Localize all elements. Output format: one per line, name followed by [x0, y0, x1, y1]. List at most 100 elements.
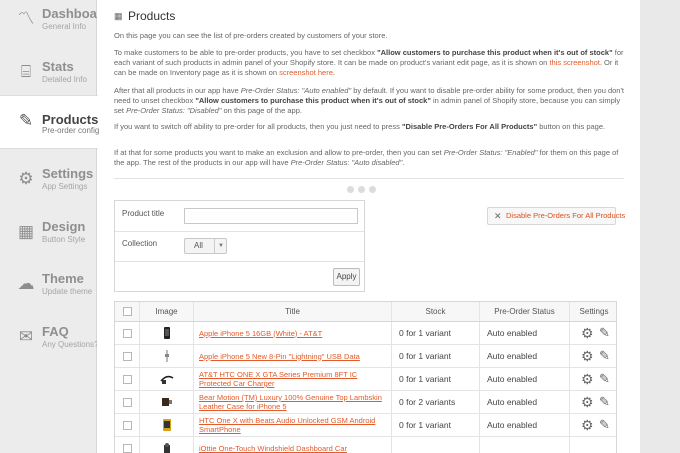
preorder-status: Auto enabled: [487, 328, 538, 338]
sidebar-item-label: FAQ: [42, 324, 69, 339]
table-row: Apple iPhone 5 New 8-Pin "Lightning" USB…: [115, 345, 616, 368]
settings-icon[interactable]: ⚙: [581, 349, 594, 363]
intro-text: On this page you can see the list of pre…: [114, 31, 388, 40]
settings-icon[interactable]: ⚙: [581, 418, 594, 432]
edit-icon[interactable]: ✎: [599, 372, 610, 386]
sidebar-item-sublabel: Update theme: [42, 287, 93, 296]
sidebar-item-faq[interactable]: ✉ FAQ Any Questions?: [0, 320, 99, 372]
product-title-link[interactable]: AT&T HTC ONE X GTA Series Premium 8FT IC…: [199, 370, 389, 388]
sidebar-item-label: Design: [42, 219, 86, 234]
column-header: Image: [140, 302, 194, 321]
sidebar-item-sublabel: Pre-order config: [42, 126, 100, 135]
select-all-checkbox[interactable]: [123, 307, 132, 316]
preorder-status: Auto enabled: [487, 351, 538, 361]
products-table: Image Title Stock Pre-Order Status Setti…: [114, 301, 617, 453]
apply-button[interactable]: Apply: [333, 268, 360, 286]
status-text: After that all products in our app have …: [114, 86, 624, 115]
line-chart-icon: 〽: [17, 9, 35, 28]
row-checkbox[interactable]: [123, 444, 132, 453]
setup-text: To make customers to be able to pre-orde…: [114, 48, 624, 77]
column-header: Pre-Order Status: [480, 302, 570, 321]
table-row: Apple iPhone 5 16GB (White) - AT&T 0 for…: [115, 322, 616, 345]
screenshot-link[interactable]: this screenshot: [549, 58, 599, 67]
product-thumbnail: [160, 375, 174, 384]
exclusion-text: If at that for some products you want to…: [114, 148, 619, 167]
sidebar-item-sublabel: Button Style: [42, 235, 86, 244]
grid-icon: ▦: [114, 11, 123, 21]
stock-value: 0 for 2 variants: [399, 397, 456, 407]
row-checkbox[interactable]: [123, 421, 132, 430]
sidebar: 〽 Dashboard General Info ⌸ Stats Detaile…: [0, 0, 110, 453]
table-row: AT&T HTC ONE X GTA Series Premium 8FT IC…: [115, 368, 616, 391]
product-thumbnail: [162, 398, 172, 406]
product-title-input[interactable]: [184, 208, 358, 224]
column-header: Settings: [579, 307, 609, 316]
sidebar-item-sublabel: Detailed Info: [42, 75, 87, 84]
preorder-status: Auto enabled: [487, 374, 538, 384]
row-checkbox[interactable]: [123, 375, 132, 384]
product-title-link[interactable]: iOttie One-Touch Windshield Dashboard Ca…: [199, 439, 389, 453]
chat-icon: ✉: [18, 327, 34, 346]
table-row: iOttie One-Touch Windshield Dashboard Ca…: [115, 437, 616, 453]
disable-all-text: If you want to switch off ability to pre…: [114, 122, 606, 131]
stock-value: 0 for 1 variant: [399, 328, 451, 338]
edit-icon[interactable]: ✎: [599, 418, 610, 432]
edit-icon[interactable]: ✎: [599, 326, 610, 340]
sidebar-item-sublabel: App Settings: [42, 182, 88, 191]
page-margin: [640, 0, 680, 453]
sidebar-item-theme[interactable]: ☁ Theme Update theme: [0, 267, 97, 319]
collection-label: Collection: [122, 239, 158, 248]
row-checkbox[interactable]: [123, 398, 132, 407]
settings-icon[interactable]: ⚙: [581, 372, 594, 386]
row-checkbox[interactable]: [123, 352, 132, 361]
preorder-status: Auto enabled: [487, 420, 538, 430]
product-thumbnail: [163, 419, 171, 431]
sidebar-item-label: Settings: [42, 166, 94, 181]
pagination-dots: [347, 180, 387, 193]
gears-icon: ⚙: [18, 169, 34, 188]
stock-value: 0 for 1 variant: [399, 374, 451, 384]
settings-icon[interactable]: ⚙: [581, 326, 594, 340]
product-title-link[interactable]: Apple iPhone 5 New 8-Pin "Lightning" USB…: [199, 347, 389, 365]
screenshot-here-link[interactable]: screenshot here: [279, 68, 333, 77]
edit-icon[interactable]: ✎: [599, 349, 610, 363]
main-content: ▦ Products On this page you can see the …: [97, 0, 640, 453]
product-title-link[interactable]: Apple iPhone 5 16GB (White) - AT&T: [199, 324, 389, 342]
sidebar-item-products[interactable]: ✎ Products Pre-order config: [0, 95, 100, 149]
divider: [114, 178, 624, 179]
sidebar-item-dashboard[interactable]: 〽 Dashboard General Info: [0, 2, 110, 54]
page-title: Products: [128, 9, 176, 23]
close-icon: ✕: [494, 211, 502, 221]
sidebar-item-label: Theme: [42, 271, 84, 286]
row-checkbox[interactable]: [123, 329, 132, 338]
chevron-down-icon: ▼: [214, 239, 227, 253]
sidebar-item-label: Products: [42, 112, 99, 127]
sidebar-item-label: Stats: [42, 59, 74, 74]
filter-panel: Product title Collection All ▼ Apply: [114, 200, 365, 292]
edit-icon: ✎: [18, 111, 34, 130]
sidebar-item-design[interactable]: ▦ Design Button Style: [0, 215, 97, 267]
product-thumbnail: [164, 327, 170, 339]
column-header: Stock: [392, 302, 480, 321]
table-header: Image Title Stock Pre-Order Status Setti…: [115, 302, 616, 322]
preorder-status: Auto enabled: [487, 397, 538, 407]
table-row: HTC One X with Beats Audio Unlocked GSM …: [115, 414, 616, 437]
sidebar-item-sublabel: Any Questions?: [42, 340, 99, 349]
sidebar-item-sublabel: General Info: [42, 22, 87, 31]
sidebar-item-settings[interactable]: ⚙ Settings App Settings: [0, 162, 97, 214]
table-row: Bear Motion (TM) Luxury 100% Genuine Top…: [115, 391, 616, 414]
cloud-icon: ☁: [17, 274, 35, 293]
product-title-link[interactable]: Bear Motion (TM) Luxury 100% Genuine Top…: [199, 393, 389, 411]
presentation-icon: ⌸: [20, 62, 32, 81]
collection-select[interactable]: All ▼: [184, 238, 227, 254]
settings-icon[interactable]: ⚙: [581, 395, 594, 409]
layout-icon: ▦: [17, 222, 35, 241]
disable-preorders-button[interactable]: ✕ Disable Pre-Orders For All Products: [487, 207, 625, 225]
edit-icon[interactable]: ✎: [599, 395, 610, 409]
product-title-label: Product title: [122, 209, 165, 218]
product-title-link[interactable]: HTC One X with Beats Audio Unlocked GSM …: [199, 416, 389, 434]
stock-value: 0 for 1 variant: [399, 420, 451, 430]
column-header: Title: [194, 302, 392, 321]
product-thumbnail: [165, 350, 169, 362]
stock-value: 0 for 1 variant: [399, 351, 451, 361]
